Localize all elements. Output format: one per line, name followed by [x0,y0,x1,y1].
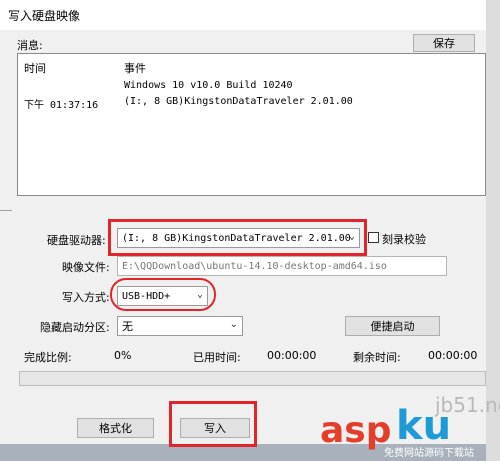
log-event-1: Windows 10 v10.0 Build 10240 [124,80,293,91]
image-file-value: E:\QQDownload\ubuntu-14.10-desktop-amd64… [122,260,387,272]
remaining-value: 00:00:00 [428,349,478,362]
message-log: 时间 事件 Windows 10 v10.0 Build 10240 下午 01… [17,53,486,196]
verify-label: 刻录校验 [382,233,426,246]
title-bar: 写入硬盘映像 [0,0,500,30]
watermark-brand-left: asp [320,410,392,451]
complete-label: 完成比例: [24,351,72,364]
complete-value: 0% [114,349,132,362]
drive-value: (I:, 8 GB)KingstonDataTraveler 2.01.00 [122,232,351,244]
column-event: 事件 [124,62,146,75]
write-mode-select[interactable]: USB-HDD+ ⌄ [117,286,208,306]
log-event-2: (I:, 8 GB)KingstonDataTraveler 2.01.00 [124,96,353,107]
chevron-down-icon: ⌄ [196,289,203,300]
messages-label: 消息: [17,39,43,52]
save-button[interactable]: 保存 [413,34,475,52]
chevron-down-icon: ⌄ [229,319,238,330]
chevron-down-icon: ⌄ [348,231,355,242]
image-file-field[interactable]: E:\QQDownload\ubuntu-14.10-desktop-amd64… [117,256,447,276]
hidden-partition-select[interactable]: 无 ⌄ [117,316,243,336]
remaining-label: 剩余时间: [353,351,401,364]
quick-boot-button[interactable]: 便捷启动 [345,316,440,336]
format-button[interactable]: 格式化 [77,418,154,438]
log-time-2: 下午 01:37:16 [24,100,99,111]
write-mode-value: USB-HDD+ [122,290,171,302]
elapsed-label: 已用时间: [193,351,241,364]
divider [0,210,12,211]
elapsed-value: 00:00:00 [267,349,317,362]
mode-label: 写入方式: [62,291,110,304]
write-button[interactable]: 写入 [180,418,250,438]
verify-checkbox[interactable] [368,232,379,243]
drive-select[interactable]: (I:, 8 GB)KingstonDataTraveler 2.01.00 ⌄ [117,228,360,248]
scrollbar[interactable] [486,0,500,461]
column-time: 时间 [24,62,46,75]
hidden-partition-label: 隐藏启动分区: [40,321,110,334]
hidden-partition-value: 无 [122,320,133,333]
image-label: 映像文件: [62,261,110,274]
window-title: 写入硬盘映像 [8,9,81,23]
watermark-brand-right: ku [396,403,452,449]
drive-label: 硬盘驱动器: [47,234,106,247]
watermark-tagline: 免费网站源码下载站 [384,448,474,459]
progress-bar [19,371,486,386]
